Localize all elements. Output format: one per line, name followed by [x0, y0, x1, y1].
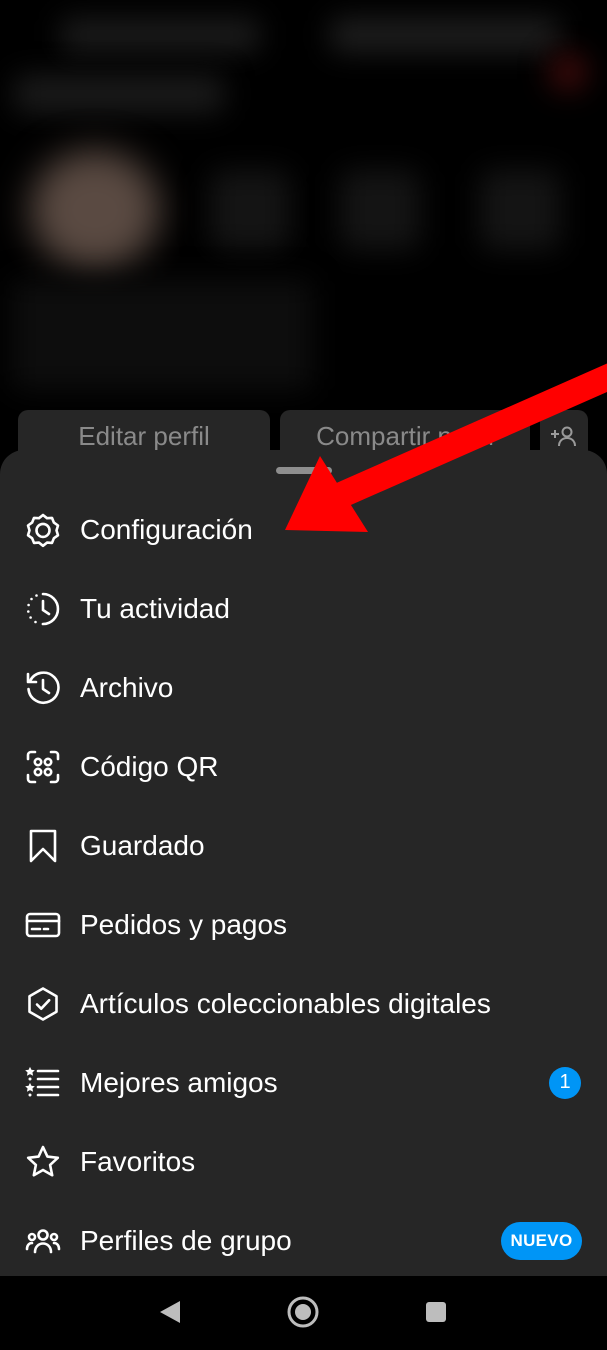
- system-navigation-bar: [0, 1276, 607, 1350]
- bookmark-icon: [24, 827, 62, 865]
- settings-gear-icon: [24, 511, 62, 549]
- blurred-notification-dot: [548, 52, 588, 92]
- verified-badge-icon: [24, 985, 62, 1023]
- activity-clock-icon: [24, 590, 62, 628]
- recents-button[interactable]: [414, 1290, 458, 1334]
- profile-menu-sheet: Configuración Tu actividad Archivo Códig…: [0, 450, 607, 1276]
- star-icon: [24, 1143, 62, 1181]
- menu-item-label: Artículos coleccionables digitales: [80, 987, 491, 1019]
- menu-item-orders-payments[interactable]: Pedidos y pagos: [0, 885, 607, 964]
- add-person-icon: [551, 426, 576, 447]
- blurred-username: [60, 18, 260, 52]
- menu-item-settings[interactable]: Configuración: [0, 490, 607, 569]
- menu-item-label: Perfiles de grupo: [80, 1224, 292, 1256]
- group-icon: [24, 1222, 62, 1260]
- menu-item-label: Código QR: [80, 750, 219, 782]
- blurred-display-name: [14, 75, 224, 113]
- close-friends-list-icon: [24, 1064, 62, 1102]
- notification-count-badge: 1: [549, 1066, 581, 1099]
- menu-item-qr-code[interactable]: Código QR: [0, 727, 607, 806]
- menu-item-digital-collectibles[interactable]: Artículos coleccionables digitales: [0, 964, 607, 1043]
- menu-item-label: Configuración: [80, 513, 253, 545]
- menu-item-label: Tu actividad: [80, 592, 230, 624]
- menu-item-label: Archivo: [80, 671, 174, 703]
- menu-item-label: Mejores amigos: [80, 1066, 278, 1098]
- blurred-stat-followers: [340, 170, 420, 250]
- home-button[interactable]: [281, 1290, 325, 1334]
- blurred-stat-following: [480, 170, 560, 250]
- menu-item-activity[interactable]: Tu actividad: [0, 569, 607, 648]
- qr-code-icon: [24, 748, 62, 786]
- menu-item-group-profiles[interactable]: Perfiles de grupo NUEVO: [0, 1201, 607, 1280]
- menu-item-saved[interactable]: Guardado: [0, 806, 607, 885]
- recents-square-icon: [426, 1302, 446, 1322]
- edit-profile-label: Editar perfil: [78, 420, 210, 451]
- blurred-avatar: [30, 150, 160, 270]
- menu-item-label: Favoritos: [80, 1145, 196, 1177]
- card-icon: [24, 906, 62, 944]
- blurred-bio: [12, 280, 312, 390]
- sheet-drag-handle[interactable]: [276, 467, 332, 474]
- share-profile-label: Compartir perfil: [316, 420, 494, 451]
- profile-background-blurred: [0, 0, 607, 460]
- home-circle-icon: [287, 1296, 319, 1328]
- archive-history-icon: [24, 669, 62, 707]
- menu-item-close-friends[interactable]: Mejores amigos 1: [0, 1043, 607, 1122]
- menu-item-label: Pedidos y pagos: [80, 908, 288, 940]
- back-triangle-icon: [160, 1301, 180, 1323]
- menu-item-favorites[interactable]: Favoritos: [0, 1122, 607, 1201]
- menu-item-label: Guardado: [80, 829, 205, 861]
- back-button[interactable]: [148, 1290, 192, 1334]
- blurred-header-actions: [330, 18, 560, 52]
- menu-list: Configuración Tu actividad Archivo Códig…: [0, 490, 607, 1280]
- menu-item-archive[interactable]: Archivo: [0, 648, 607, 727]
- blurred-stat-posts: [210, 170, 290, 250]
- new-badge: NUEVO: [501, 1221, 582, 1260]
